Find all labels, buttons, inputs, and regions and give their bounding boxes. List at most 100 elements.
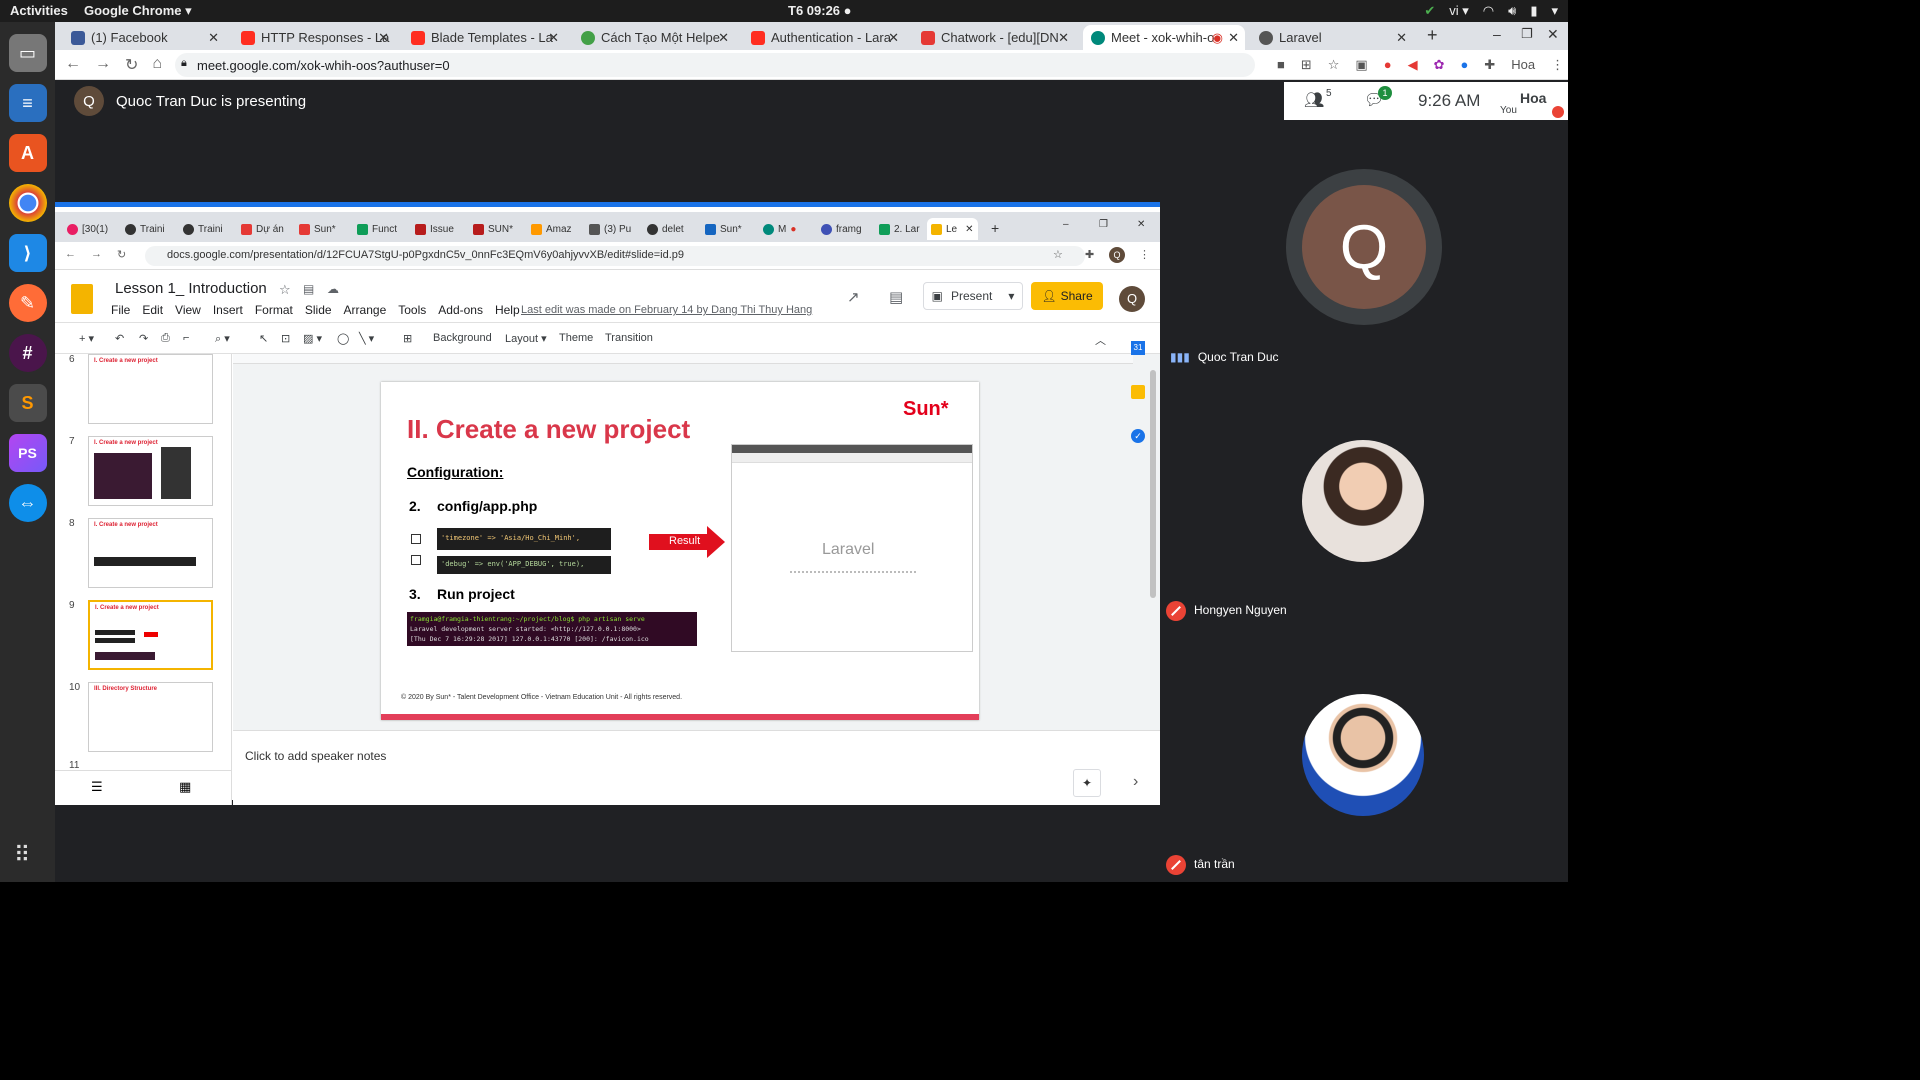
close-tab-icon[interactable]: ✕ <box>1058 30 1069 46</box>
thumb-number: 9 <box>69 600 75 611</box>
shared-tab: (3) Pu <box>585 218 635 240</box>
browser-tab[interactable]: Cách Tạo Một Helpe ✕ <box>573 25 735 50</box>
browser-tab[interactable]: (1) Facebook ✕ <box>63 25 225 50</box>
image-icon: ▨ ▾ <box>303 333 322 345</box>
close-tab-icon: ✕ <box>965 223 974 235</box>
forward-icon[interactable]: → <box>95 55 111 75</box>
menu-arrange: Arrange <box>343 303 387 317</box>
camera-icon[interactable]: ■ <box>1277 57 1285 73</box>
close-tab-icon[interactable]: ✕ <box>888 30 899 46</box>
slide-thumbnail: III. Directory Structure <box>88 682 213 752</box>
laravel-screenshot: Laravel <box>731 444 973 652</box>
slide-thumbnail: I. Create a new project <box>88 518 213 588</box>
home-icon[interactable]: ⌂ <box>152 55 162 75</box>
participant-photo <box>1302 440 1424 562</box>
sheets-icon <box>357 223 368 235</box>
shared-tab: Traini <box>179 218 227 240</box>
thumb-title: III. Directory Structure <box>94 686 158 692</box>
app-menu[interactable]: Google Chrome ▾ <box>84 3 192 19</box>
close-tab-icon[interactable]: ✕ <box>208 30 219 46</box>
postman-app-icon[interactable]: ✎ <box>8 284 47 322</box>
new-tab-button[interactable]: + <box>1427 25 1438 46</box>
browser-tab[interactable]: HTTP Responses - La ✕ <box>233 25 395 50</box>
close-tab-icon[interactable]: ✕ <box>1396 30 1407 46</box>
files-app-icon[interactable]: ▭ <box>8 34 47 72</box>
thumb-number: 7 <box>69 436 75 447</box>
participant-tile[interactable]: tân trần <box>1166 855 1235 875</box>
reload-icon[interactable]: ↻ <box>125 55 138 75</box>
vscode-app-icon[interactable]: ⟩ <box>8 234 47 272</box>
keep-icon <box>1131 385 1145 399</box>
close-window-button[interactable]: ✕ <box>1547 26 1559 43</box>
activities-button[interactable]: Activities <box>10 3 68 18</box>
browser-tab[interactable]: Laravel ✕ <box>1251 25 1413 50</box>
minimize-button[interactable]: – <box>1493 26 1501 42</box>
participant-tile[interactable]: Hongyen Nguyen <box>1166 601 1287 621</box>
puzzle-icon[interactable]: ✚ <box>1484 57 1495 73</box>
show-applications-icon[interactable]: ⠿ <box>14 842 30 868</box>
browser-tab[interactable]: Blade Templates - La ✕ <box>403 25 565 50</box>
maximize-button[interactable]: ❐ <box>1521 26 1533 42</box>
slides-logo-icon <box>71 284 93 314</box>
power-menu-icon[interactable]: ▾ <box>1551 3 1558 19</box>
people-count: 5 <box>1326 88 1332 99</box>
close-tab-icon[interactable]: ✕ <box>718 30 729 46</box>
slide-thumbnails: 6 I. Create a new project 7 I. Create a … <box>55 354 232 771</box>
thumb-terminal <box>95 652 155 660</box>
close-tab-icon[interactable]: ✕ <box>548 30 559 46</box>
people-icon[interactable]: 👥︎ <box>1304 90 1324 110</box>
status-check-icon[interactable]: ✔ <box>1424 3 1435 19</box>
phpstorm-app-icon[interactable]: PS <box>8 434 47 472</box>
close-tab-icon[interactable]: ✕ <box>378 30 389 46</box>
close-tab-icon[interactable]: ✕ <box>1228 30 1239 46</box>
chrome-menu-icon[interactable]: ⋮ <box>1551 57 1564 73</box>
code-debug: 'debug' => env('APP_DEBUG', true), <box>437 556 611 574</box>
battery-icon[interactable]: ▮ <box>1530 3 1537 19</box>
url-input[interactable]: 🔒︎ meet.google.com/xok-whih-oos?authuser=… <box>175 53 1255 77</box>
profile-icon[interactable]: Hoa <box>1511 57 1535 73</box>
laravel-icon <box>241 30 255 45</box>
extension-icon[interactable]: ▣ <box>1355 57 1367 73</box>
teamviewer-app-icon[interactable]: ⇔ <box>8 484 47 522</box>
volume-icon[interactable]: 🔊︎ <box>1508 3 1516 19</box>
self-avatar-name[interactable]: Hoa <box>1520 90 1546 106</box>
sublime-app-icon[interactable]: S <box>8 384 47 422</box>
browser-tab[interactable]: Chatwork - [edu][DN ✕ <box>913 25 1075 50</box>
back-icon[interactable]: ← <box>65 55 81 75</box>
thumb-number: 6 <box>69 354 75 365</box>
participant-name: Hongyen Nguyen <box>1194 603 1287 618</box>
document-app-icon[interactable]: ≡ <box>8 84 47 122</box>
slack-app-icon[interactable]: # <box>8 334 47 372</box>
slide-canvas: II. Create a new project Sun* Configurat… <box>233 354 1160 730</box>
github-icon <box>125 223 136 235</box>
participant-tile[interactable]: ▮▮▮ Quoc Tran Duc <box>1170 350 1279 364</box>
last-edit-link: Last edit was made on February 14 by Dan… <box>521 304 813 316</box>
language-indicator[interactable]: vi ▾ <box>1449 3 1469 19</box>
mic-off-icon <box>1166 855 1186 875</box>
list-view-icon: ☰ <box>91 779 103 794</box>
menu-slide: Slide <box>304 303 332 317</box>
browser-tab-active[interactable]: Meet - xok-whih-o ◉ ✕ <box>1083 25 1245 50</box>
new-slide-icon: + ▾ <box>79 333 95 345</box>
system-clock[interactable]: T6 09:26 ● <box>788 3 852 18</box>
tab-favicon <box>67 223 78 235</box>
chat-extension-icon[interactable]: ● <box>1460 57 1468 73</box>
presenter-avatar: Q <box>74 86 104 116</box>
facebook-icon <box>71 30 85 45</box>
shared-tab: framg <box>817 218 866 240</box>
system-tray[interactable]: ✔ vi ▾ ◠ 🔊︎ ▮ ▾ <box>1424 3 1558 19</box>
screenshot-address-bar <box>732 453 972 463</box>
color-icon[interactable]: ✿ <box>1434 57 1445 73</box>
translate-icon[interactable]: ⊞ <box>1301 57 1312 73</box>
explore-icon: ✦ <box>1073 769 1101 797</box>
shared-tab: [30(1) <box>63 218 112 240</box>
browser-tab[interactable]: Authentication - Lara ✕ <box>743 25 905 50</box>
browser-tab-strip: (1) Facebook ✕ HTTP Responses - La ✕ Blade… <box>55 22 1568 50</box>
wifi-icon[interactable]: ◠ <box>1483 3 1494 19</box>
opera-icon[interactable]: ● <box>1384 57 1392 73</box>
shared-tab: Funct <box>353 218 401 240</box>
chrome-app-icon[interactable] <box>8 184 47 222</box>
megaphone-icon[interactable]: ◀ <box>1408 57 1418 73</box>
bookmark-star-icon[interactable]: ☆ <box>1328 57 1340 73</box>
software-center-icon[interactable]: A <box>8 134 47 172</box>
